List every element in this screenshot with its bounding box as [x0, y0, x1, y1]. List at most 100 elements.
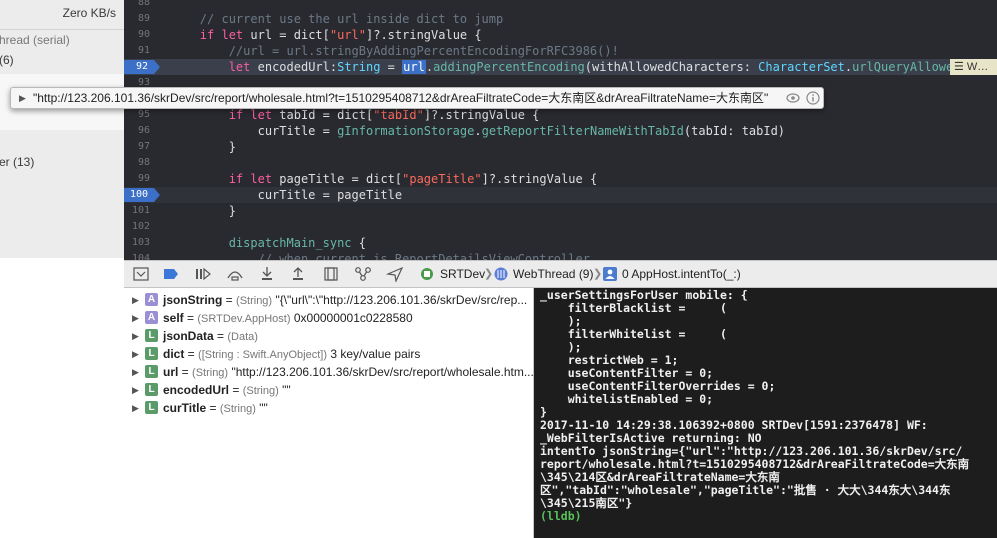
code-line[interactable]: 96 curTitle = gInformationStorage.getRep…: [124, 123, 997, 139]
hide-debug-area-icon[interactable]: [132, 266, 150, 282]
code-token: if: [228, 172, 244, 186]
code-line[interactable]: 95 if let tabId = dict["tabId"]?.stringV…: [124, 107, 997, 123]
code-text: //url = url.stringByAddingPercentEncodin…: [142, 43, 619, 59]
code-token: // current use the url inside dict to ju…: [199, 12, 504, 26]
variable-kind-icon: L: [145, 401, 158, 414]
equals-sign: =: [229, 383, 243, 397]
quick-look-eye-icon[interactable]: [786, 91, 800, 105]
code-text: curTitle = pageTitle: [142, 187, 403, 203]
thread-count-label[interactable]: (6): [0, 51, 123, 69]
code-line[interactable]: 100 curTitle = pageTitle: [124, 187, 997, 203]
code-token: if: [228, 108, 244, 122]
code-line[interactable]: 88: [124, 0, 997, 11]
variable-kind-icon: L: [145, 383, 158, 396]
code-token: (tabId: tabId): [683, 124, 786, 138]
code-text: // when current is ReportDetailsViewCont…: [142, 251, 590, 260]
variable-row[interactable]: ▶ Lurl = (String) "http://123.206.101.36/…: [124, 363, 534, 381]
code-token: getReportFilterNameWithTabId: [481, 124, 684, 138]
variable-datatip[interactable]: ▶ "http://123.206.101.36/skrDev/src/repo…: [10, 87, 824, 109]
disclosure-triangle-icon[interactable]: ▶: [132, 291, 139, 309]
equals-sign: =: [222, 293, 237, 307]
code-token: let: [250, 172, 273, 186]
variable-row[interactable]: ▶ LcurTitle = (String) "": [124, 399, 534, 417]
code-line[interactable]: 101 }: [124, 203, 997, 219]
step-over-icon[interactable]: [226, 266, 244, 282]
code-text: }: [142, 139, 236, 155]
equals-sign: =: [206, 401, 220, 415]
datatip-value: "http://123.206.101.36/skrDev/src/report…: [33, 91, 769, 105]
view-hierarchy-icon[interactable]: [322, 266, 340, 282]
code-text: }: [142, 203, 236, 219]
disclosure-triangle-icon[interactable]: ▶: [19, 88, 26, 108]
code-token: =: [380, 60, 403, 74]
breadcrumb-target[interactable]: SRTDev: [440, 261, 485, 287]
console-line: \345\215南区"}: [540, 496, 633, 510]
breadcrumb-frame[interactable]: 0 AppHost.intentTo(_:): [622, 261, 741, 287]
warning-badge[interactable]: ☰ W…: [950, 59, 997, 75]
source-editor[interactable]: 88 89 // current use the url inside dict …: [124, 0, 997, 260]
variable-row[interactable]: ▶ Aself = (SRTDev.AppHost) 0x00000001c022…: [124, 309, 534, 327]
console-line: filterBlacklist = (: [540, 301, 727, 315]
info-icon[interactable]: [806, 91, 820, 105]
debug-bar: SRTDev ❯ WebThread (9) ❯ 0 AppHost.inten…: [124, 260, 997, 288]
list-icon: ☰: [954, 61, 967, 73]
line-number[interactable]: 88: [124, 0, 150, 11]
variable-value: 0x00000001c0228580: [293, 311, 413, 325]
code-token: url = dict[: [243, 28, 330, 42]
lldb-prompt[interactable]: (lldb): [534, 510, 997, 523]
variable-text: url = (String) "http://123.206.101.36/sk…: [163, 363, 534, 382]
variable-kind-icon: L: [145, 365, 158, 378]
code-line[interactable]: 98: [124, 155, 997, 171]
disclosure-triangle-icon[interactable]: ▶: [132, 363, 139, 381]
code-line[interactable]: 102: [124, 219, 997, 235]
variable-name: jsonString: [163, 293, 223, 307]
code-line[interactable]: 90 if let url = dict["url"]?.stringValue…: [124, 27, 997, 43]
code-text: if let url = dict["url"]?.stringValue {: [142, 27, 482, 43]
memory-graph-icon[interactable]: [354, 266, 372, 282]
variable-name: url: [163, 365, 179, 379]
variable-row[interactable]: ▶ LencodedUrl = (String) "": [124, 381, 534, 399]
thread-group-item[interactable]: er (13): [0, 153, 123, 171]
thread-serial-label[interactable]: hread (serial): [0, 31, 123, 49]
breadcrumb-thread[interactable]: WebThread (9): [513, 261, 593, 287]
variable-type: (String): [219, 403, 256, 415]
code-line[interactable]: 99 if let pageTitle = dict["pageTitle"]?…: [124, 171, 997, 187]
variable-name: jsonData: [163, 329, 214, 343]
breakpoints-toggle-icon[interactable]: [162, 266, 180, 282]
code-text: curTitle = gInformationStorage.getReport…: [142, 123, 785, 139]
code-token: }: [142, 204, 236, 218]
code-line[interactable]: 92 let encodedUrl:String = url.addingPer…: [124, 59, 997, 75]
code-token: ]?.stringValue {: [366, 28, 482, 42]
variable-row[interactable]: ▶ Ldict = ([String : Swift.AnyObject]) 3 …: [124, 345, 534, 363]
variable-row[interactable]: ▶ LjsonData = (Data): [124, 327, 534, 345]
code-text: dispatchMain_sync {: [142, 235, 366, 251]
disclosure-triangle-icon[interactable]: ▶: [132, 327, 139, 345]
disclosure-triangle-icon[interactable]: ▶: [132, 399, 139, 417]
line-number[interactable]: 102: [124, 219, 150, 235]
variable-name: curTitle: [163, 401, 207, 415]
step-out-icon[interactable]: [289, 266, 307, 282]
code-line[interactable]: 97 }: [124, 139, 997, 155]
code-token: encodedUrl:: [250, 60, 338, 74]
disclosure-triangle-icon[interactable]: ▶: [132, 309, 139, 327]
simulate-location-icon[interactable]: [385, 266, 404, 284]
debug-console[interactable]: _userSettingsForUser mobile: { filterBla…: [534, 288, 997, 538]
variable-row[interactable]: ▶ AjsonString = (String) "{\"url\":\"http…: [124, 291, 534, 309]
line-number[interactable]: 98: [124, 155, 150, 171]
continue-icon[interactable]: [194, 266, 212, 282]
variable-name: dict: [163, 347, 185, 361]
disclosure-triangle-icon[interactable]: ▶: [132, 381, 139, 399]
code-line[interactable]: 103 dispatchMain_sync {: [124, 235, 997, 251]
warning-badge-text: W…: [966, 61, 989, 73]
selected-token[interactable]: url: [402, 60, 426, 74]
code-line[interactable]: 91 //url = url.stringByAddingPercentEnco…: [124, 43, 997, 59]
disclosure-triangle-icon[interactable]: ▶: [132, 345, 139, 363]
code-line[interactable]: 89 // current use the url inside dict to…: [124, 11, 997, 27]
variable-type: ([String : Swift.AnyObject]): [198, 349, 328, 361]
code-line[interactable]: 104 // when current is ReportDetailsView…: [124, 251, 997, 260]
step-into-icon[interactable]: [258, 266, 276, 282]
variable-kind-icon: A: [145, 311, 158, 324]
variable-text: encodedUrl = (String) "": [163, 381, 291, 400]
code-token: CharacterSet: [758, 60, 845, 74]
